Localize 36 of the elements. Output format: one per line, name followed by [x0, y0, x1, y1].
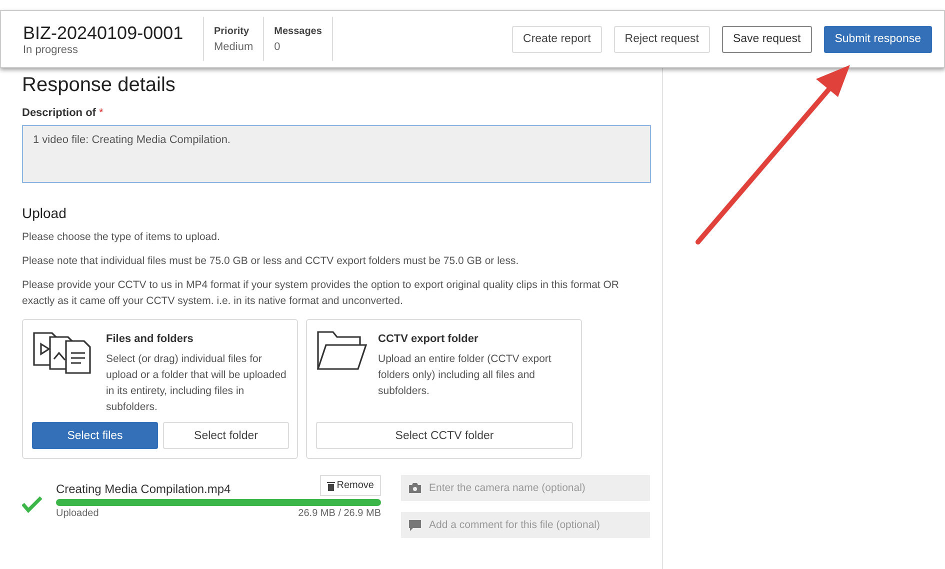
- option-title: Files and folders: [106, 333, 194, 345]
- trash-icon: [326, 480, 335, 490]
- select-button[interactable]: Select files: [32, 422, 158, 449]
- select-button[interactable]: Select folder: [163, 422, 289, 449]
- section-title: Upload: [22, 205, 68, 221]
- field-label: Description of: [22, 107, 96, 119]
- upload-note: Please note that individual files must be 75.0 GB or less and CCTV export folders must be 75.0 GB or less.: [22, 254, 520, 269]
- comment-field[interactable]: Add a comment for this file (optional): [401, 512, 650, 538]
- upload-note: Please choose the type of items to upload.: [22, 230, 221, 245]
- option-description: Upload an entire folder (CCTV export folders only) including all files and subfolders.: [378, 352, 552, 399]
- required-mark: *: [98, 107, 104, 119]
- file-size: 26.9 MB / 26.9 MB: [298, 508, 381, 519]
- request-reference: BIZ-20240109-0001: [23, 22, 184, 44]
- remove-button[interactable]: Remove: [320, 475, 381, 496]
- camera-name-field[interactable]: Enter the camera name (optional): [401, 475, 650, 501]
- select-button[interactable]: Select CCTV folder: [316, 422, 573, 449]
- folder-icon: [316, 329, 368, 371]
- section-title: Response details: [22, 74, 176, 97]
- request-status: In progress: [23, 44, 80, 56]
- file-name: Creating Media Compilation.mp4: [56, 482, 231, 496]
- option-title: CCTV export folder: [378, 333, 478, 345]
- meta-label: Priority: [214, 26, 250, 36]
- meta-label: Messages: [274, 26, 322, 36]
- option-description: Select (or drag) individual files for upload or a folder that will be uploaded in its entirety, including files in subfolders.: [106, 352, 288, 415]
- upload-status: Uploaded: [56, 508, 99, 519]
- header-button[interactable]: Save request: [722, 26, 812, 52]
- camera-icon: [409, 483, 421, 493]
- speech-bubble-icon: [409, 520, 421, 531]
- header-button[interactable]: Create report: [512, 26, 602, 52]
- meta-value: Medium: [214, 40, 254, 52]
- header-button[interactable]: Submit response: [824, 26, 932, 52]
- header-button[interactable]: Reject request: [614, 26, 710, 52]
- description-field[interactable]: 1 video file: Creating Media Compilation.: [22, 125, 651, 183]
- meta-value: 0: [274, 40, 282, 52]
- upload-note: Please provide your CCTV to us in MP4 format if your system provides the option to export original quality clips in this format OR exactly as it came off your CCTV system. i.e. in its native format and unconverted.: [22, 278, 620, 309]
- check-icon: [22, 495, 42, 513]
